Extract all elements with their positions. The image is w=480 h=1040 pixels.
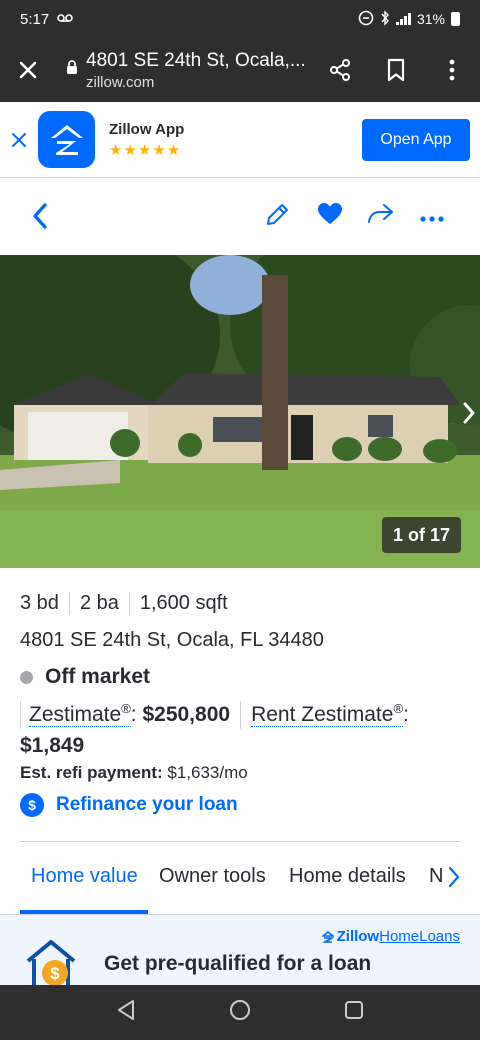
rating-stars: ★★★★★: [109, 141, 182, 159]
registered-mark: ®: [121, 701, 131, 716]
tab-home-details[interactable]: Home details: [289, 865, 406, 888]
brand-zillow: Zillow: [336, 928, 380, 945]
share-listing-button[interactable]: [367, 202, 395, 231]
battery-icon: [451, 12, 460, 26]
status-label: Off market: [45, 665, 151, 688]
bookmark-button[interactable]: [368, 58, 424, 82]
edit-pencil-icon: [267, 204, 288, 225]
listing-address: 4801 SE 24th St, Ocala, FL 34480: [20, 629, 324, 651]
more-horiz-icon: [420, 216, 444, 222]
photo-counter: 1 of 17: [381, 517, 461, 553]
coin-symbol: $: [50, 964, 60, 983]
zillow-app-logo: [38, 111, 95, 168]
heart-icon: [318, 203, 342, 224]
rent-zestimate-label-text: Rent Zestimate: [251, 703, 394, 726]
home-facts: 3 bd 2 ba 1,600 sqft: [20, 592, 238, 615]
more-vert-icon: [449, 59, 455, 81]
battery-percent: 31%: [416, 11, 445, 27]
brand-homeloans: HomeLoans: [379, 928, 460, 945]
signal-icon: [395, 13, 411, 25]
refi-payment: Est. refi payment: $1,633/mo: [20, 763, 248, 783]
sqft: 1,600 sqft: [128, 592, 238, 615]
chevron-right-icon: [463, 402, 475, 424]
refinance-link[interactable]: $ Refinance your loan: [20, 793, 238, 817]
rent-zestimate-value: $1,849: [20, 734, 85, 757]
zestimate-label-text: Zestimate: [29, 703, 122, 726]
close-icon: [19, 61, 37, 79]
nav-back-icon: [118, 1000, 135, 1020]
lock-icon: [66, 60, 78, 80]
browser-menu-button[interactable]: [424, 59, 480, 81]
close-icon: [12, 132, 26, 147]
tab-home-value[interactable]: Home value: [31, 865, 138, 888]
next-photo-button[interactable]: [462, 401, 476, 425]
bluetooth-icon: [380, 9, 390, 29]
tabs-scroll-right-button[interactable]: [444, 866, 460, 893]
close-tab-button[interactable]: [0, 60, 56, 80]
more-options-button[interactable]: [420, 210, 444, 228]
share-arrow-icon: [368, 204, 393, 223]
status-time: 5:17: [20, 10, 50, 28]
nav-back-button[interactable]: [116, 999, 136, 1026]
loan-banner-text: Get pre-qualified for a loan: [104, 952, 372, 975]
refinance-link-label: Refinance your loan: [56, 794, 238, 815]
divider: [20, 701, 21, 730]
page-title: 4801 SE 24th St, Ocala,...: [86, 49, 306, 71]
zestimate-row: Zestimate®: $250,800 Rent Zestimate®: $1,…: [20, 701, 409, 757]
chevron-right-icon: [448, 866, 460, 888]
nav-recents-button[interactable]: [344, 1000, 364, 1025]
zestimate-label[interactable]: Zestimate®: [29, 701, 131, 727]
listing-status: Off market: [20, 665, 150, 689]
back-chevron-icon: [33, 203, 47, 229]
browser-toolbar: 4801 SE 24th St, Ocala,... zillow.com: [0, 38, 480, 102]
refi-label: Est. refi payment:: [20, 763, 163, 782]
divider: [240, 701, 242, 730]
home-loans-banner[interactable]: Zillow HomeLoans $ Get pre-qualified for…: [0, 915, 480, 985]
zestimate-value: $250,800: [142, 703, 231, 726]
listing-tabs: Home value Owner tools Home details Neig…: [20, 842, 460, 915]
nav-home-button[interactable]: [229, 999, 251, 1026]
baths: 2 ba: [68, 592, 129, 615]
beds: 3 bd: [20, 592, 59, 614]
app-name: Zillow App: [109, 120, 185, 138]
edit-button[interactable]: [264, 202, 290, 233]
tab-owner-tools[interactable]: Owner tools: [159, 865, 266, 888]
dollar-icon: $: [20, 793, 44, 817]
nav-recents-icon: [344, 1001, 363, 1019]
listing-toolbar: [0, 178, 480, 254]
status-dot: [20, 670, 33, 684]
registered-mark: ®: [393, 701, 404, 716]
app-banner: Zillow App ★★★★★ Open App: [0, 102, 480, 178]
open-app-button[interactable]: Open App: [362, 118, 470, 161]
banner-close-button[interactable]: [0, 132, 38, 148]
listing-photo[interactable]: 1 of 17: [0, 255, 480, 568]
voicemail-icon: [57, 12, 74, 26]
share-button[interactable]: [312, 58, 368, 82]
url-bar[interactable]: 4801 SE 24th St, Ocala,... zillow.com: [56, 50, 312, 91]
status-bar: 5:17 31%: [0, 0, 480, 38]
refi-value: $1,633/mo: [167, 763, 248, 782]
save-home-button[interactable]: [317, 202, 343, 231]
alarm-icon: [358, 10, 374, 29]
back-button[interactable]: [30, 202, 50, 235]
house-dollar-icon: $: [24, 939, 80, 985]
system-nav-bar: [0, 985, 480, 1040]
rent-zestimate-label[interactable]: Rent Zestimate®: [251, 701, 404, 727]
zillow-home-loans-logo: Zillow HomeLoans: [321, 928, 460, 945]
nav-home-icon: [229, 1000, 250, 1020]
page-domain: zillow.com: [86, 73, 155, 91]
bookmark-icon: [387, 58, 405, 82]
share-icon: [330, 59, 350, 81]
